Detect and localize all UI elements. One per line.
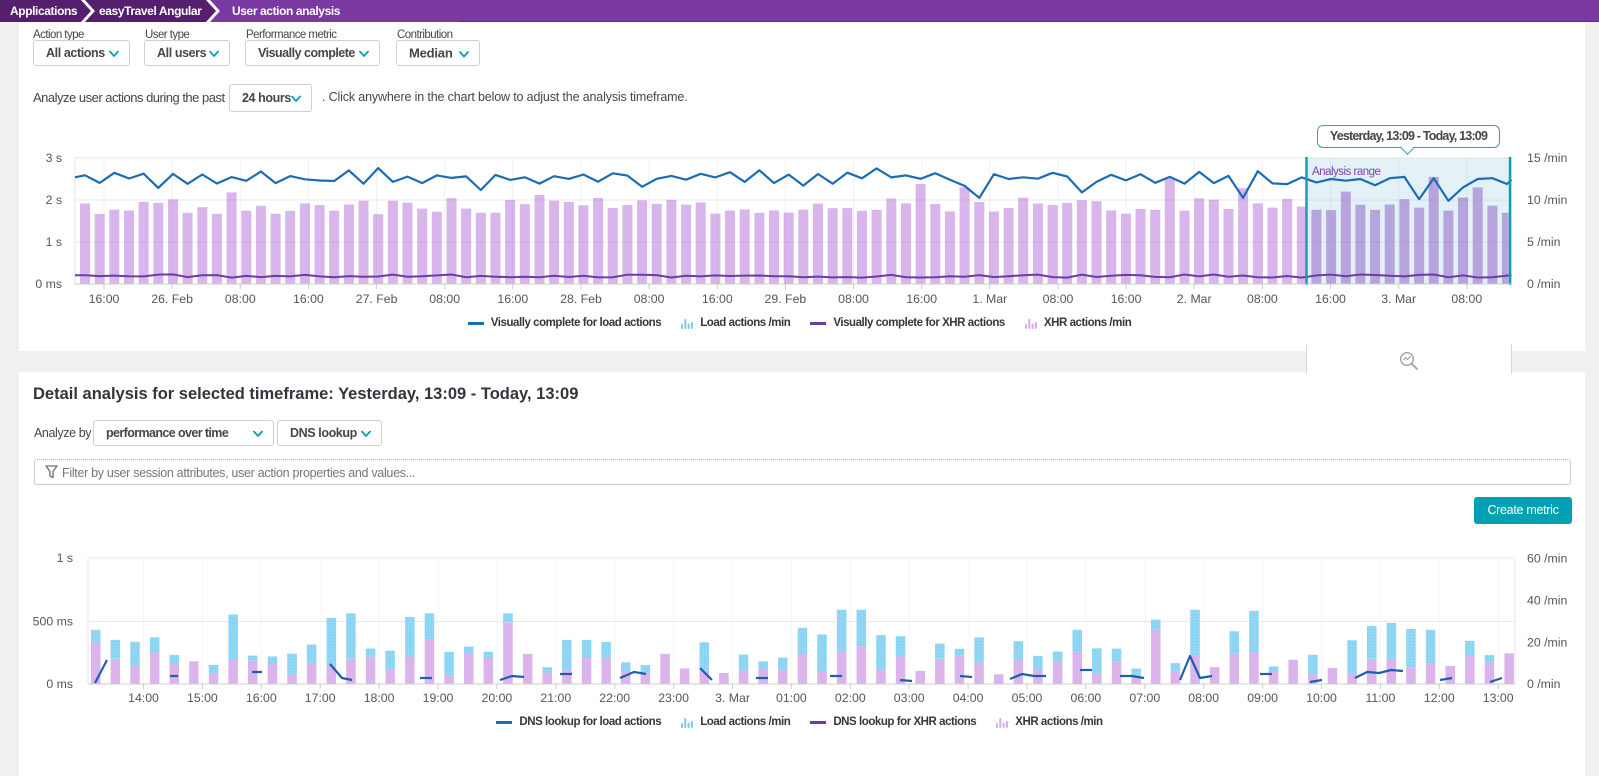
svg-text:27. Feb: 27. Feb: [356, 292, 398, 306]
svg-text:19:00: 19:00: [423, 691, 454, 705]
svg-text:04:00: 04:00: [953, 691, 984, 705]
svg-text:1 s: 1 s: [46, 235, 62, 249]
svg-text:16:00: 16:00: [1315, 292, 1346, 306]
svg-text:20:00: 20:00: [482, 691, 513, 705]
svg-text:15 /min: 15 /min: [1527, 151, 1567, 165]
svg-text:5 /min: 5 /min: [1527, 235, 1561, 249]
svg-text:05:00: 05:00: [1012, 691, 1043, 705]
svg-text:1. Mar: 1. Mar: [972, 292, 1007, 306]
svg-text:0 ms: 0 ms: [35, 277, 62, 291]
svg-text:0 /min: 0 /min: [1527, 677, 1561, 691]
svg-text:13:00: 13:00: [1483, 691, 1514, 705]
svg-text:16:00: 16:00: [497, 292, 528, 306]
svg-text:10:00: 10:00: [1306, 691, 1337, 705]
svg-text:18:00: 18:00: [364, 691, 395, 705]
svg-text:20 /min: 20 /min: [1527, 635, 1567, 649]
svg-text:500 ms: 500 ms: [33, 615, 73, 629]
svg-text:17:00: 17:00: [305, 691, 336, 705]
svg-text:08:00: 08:00: [1188, 691, 1219, 705]
svg-text:0 /min: 0 /min: [1527, 277, 1561, 291]
svg-text:3 s: 3 s: [46, 151, 62, 165]
svg-text:3. Mar: 3. Mar: [715, 691, 750, 705]
svg-text:01:00: 01:00: [776, 691, 807, 705]
svg-text:07:00: 07:00: [1129, 691, 1160, 705]
svg-text:09:00: 09:00: [1247, 691, 1278, 705]
svg-text:08:00: 08:00: [225, 292, 256, 306]
svg-text:03:00: 03:00: [894, 691, 925, 705]
svg-text:16:00: 16:00: [1111, 292, 1142, 306]
svg-text:3. Mar: 3. Mar: [1381, 292, 1416, 306]
svg-text:23:00: 23:00: [658, 691, 689, 705]
svg-text:21:00: 21:00: [540, 691, 571, 705]
svg-text:16:00: 16:00: [89, 292, 120, 306]
svg-text:08:00: 08:00: [1043, 292, 1074, 306]
svg-text:40 /min: 40 /min: [1527, 593, 1567, 607]
svg-text:08:00: 08:00: [429, 292, 460, 306]
svg-text:16:00: 16:00: [246, 691, 277, 705]
svg-text:2. Mar: 2. Mar: [1177, 292, 1212, 306]
svg-text:16:00: 16:00: [906, 292, 937, 306]
svg-text:10 /min: 10 /min: [1527, 193, 1567, 207]
svg-text:02:00: 02:00: [835, 691, 866, 705]
svg-text:60 /min: 60 /min: [1527, 552, 1567, 566]
svg-text:08:00: 08:00: [1247, 292, 1278, 306]
svg-text:12:00: 12:00: [1424, 691, 1455, 705]
svg-text:26. Feb: 26. Feb: [151, 292, 193, 306]
svg-text:08:00: 08:00: [634, 292, 665, 306]
svg-text:22:00: 22:00: [599, 691, 630, 705]
svg-text:16:00: 16:00: [293, 292, 324, 306]
svg-text:29. Feb: 29. Feb: [765, 292, 807, 306]
svg-text:15:00: 15:00: [187, 691, 218, 705]
svg-text:06:00: 06:00: [1071, 691, 1102, 705]
svg-text:11:00: 11:00: [1365, 691, 1395, 705]
svg-text:0 ms: 0 ms: [46, 677, 73, 691]
svg-text:14:00: 14:00: [128, 691, 159, 705]
svg-text:Analysis range: Analysis range: [1312, 166, 1381, 178]
svg-text:08:00: 08:00: [838, 292, 869, 306]
svg-text:1 s: 1 s: [57, 551, 73, 565]
svg-text:28. Feb: 28. Feb: [560, 292, 602, 306]
svg-text:2 s: 2 s: [46, 193, 62, 207]
svg-text:08:00: 08:00: [1451, 292, 1482, 306]
svg-text:16:00: 16:00: [702, 292, 733, 306]
